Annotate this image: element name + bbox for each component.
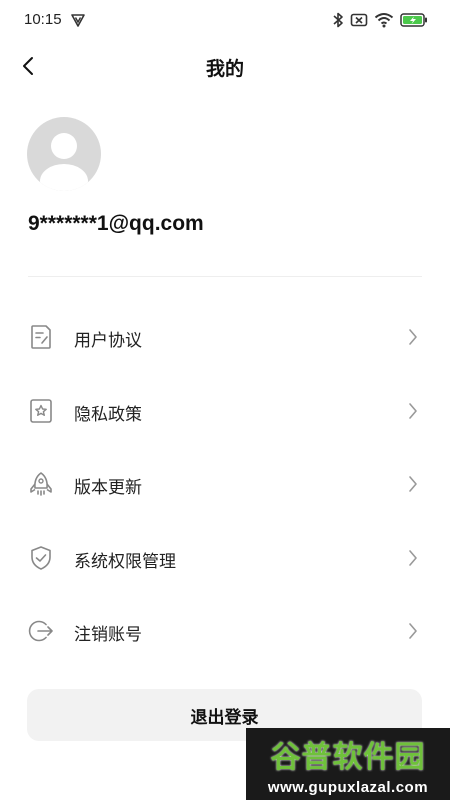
nav-bar: 我的 (0, 42, 450, 90)
menu-item-delete-account[interactable]: 注销账号 (0, 594, 450, 668)
shield-check-icon (31, 545, 51, 570)
menu-item-user-agreement[interactable]: 用户协议 (0, 300, 450, 374)
menu-item-label: 用户协议 (74, 331, 142, 351)
document-edit-icon (31, 325, 51, 349)
menu-item-label: 注销账号 (74, 625, 142, 645)
page-title: 我的 (205, 58, 244, 80)
chevron-right-icon (409, 402, 417, 419)
rocket-icon (30, 472, 52, 496)
chevron-right-icon (409, 329, 417, 345)
avatar[interactable] (27, 117, 101, 191)
chevron-right-icon (409, 623, 417, 639)
menu-item-version-update[interactable]: 版本更新 (0, 447, 450, 521)
account-email: 9*******1@qq.com (28, 212, 204, 235)
menu-item-label: 系统权限管理 (74, 551, 176, 572)
menu-item-permission-management[interactable]: 系统权限管理 (0, 521, 450, 595)
chevron-right-icon (409, 476, 417, 492)
bluetooth-icon (333, 12, 343, 28)
watermark-title: 谷普软件园 (270, 740, 426, 775)
shield-v-icon (71, 14, 85, 27)
watermark: 谷普软件园 www.gupuxlazal.com (246, 728, 450, 800)
menu-item-privacy-policy[interactable]: 隐私政策 (0, 374, 450, 448)
status-bar: 10:15 (0, 0, 450, 40)
star-document-icon (30, 398, 52, 423)
logout-icon (28, 620, 53, 642)
menu-item-label: 版本更新 (74, 478, 142, 498)
watermark-url: www.gupuxlazal.com (267, 779, 429, 796)
battery-charging-icon (400, 13, 427, 27)
wifi-icon (374, 13, 394, 28)
divider (28, 276, 422, 277)
chevron-right-icon (409, 549, 417, 566)
menu-list: 用户协议 隐私政策 版本更新 系统权限管理 注销账号 (0, 300, 450, 668)
status-icons (332, 11, 428, 29)
default-avatar-icon (40, 133, 88, 191)
status-time: 10:15 (24, 11, 62, 28)
no-sim-icon (350, 13, 368, 27)
menu-item-label: 隐私政策 (74, 404, 142, 425)
